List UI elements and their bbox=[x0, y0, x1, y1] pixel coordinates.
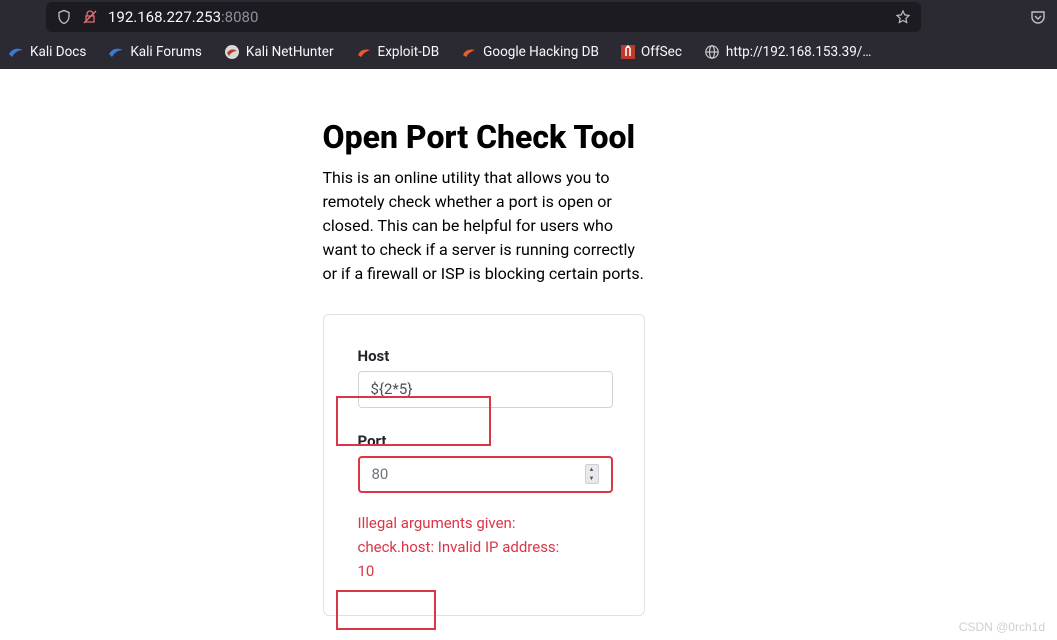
bookmark-nethunter[interactable]: Kali NetHunter bbox=[216, 40, 342, 64]
bookmark-label: Kali Docs bbox=[30, 44, 86, 60]
kali-icon bbox=[108, 44, 124, 60]
offsec-icon bbox=[621, 45, 635, 59]
browser-chrome: 192.168.227.253:8080 Kali Docs Kali Foru… bbox=[0, 0, 1057, 69]
url-port: :8080 bbox=[221, 8, 258, 26]
form-card: Host Port 80 ▲ ▼ Illegal arguments g bbox=[323, 314, 645, 616]
url-host: 192.168.227.253 bbox=[108, 8, 221, 26]
host-input[interactable] bbox=[358, 371, 613, 408]
bookmark-label: OffSec bbox=[641, 44, 682, 60]
error-line: check.host: Invalid IP address: bbox=[358, 535, 610, 559]
globe-icon bbox=[704, 44, 720, 60]
bookmark-offsec[interactable]: OffSec bbox=[613, 40, 690, 64]
page-content: Open Port Check Tool This is an online u… bbox=[0, 69, 1057, 616]
port-input[interactable]: 80 ▲ ▼ bbox=[358, 456, 613, 493]
error-line: 10 bbox=[358, 559, 610, 583]
bookmark-label: http://192.168.153.39/… bbox=[726, 44, 872, 60]
shield-icon bbox=[56, 9, 72, 25]
page-title: Open Port Check Tool bbox=[323, 119, 645, 156]
url-text[interactable]: 192.168.227.253:8080 bbox=[108, 8, 885, 26]
bookmark-star-icon[interactable] bbox=[895, 9, 911, 25]
url-bar[interactable]: 192.168.227.253:8080 bbox=[46, 2, 921, 32]
exploit-icon bbox=[461, 44, 477, 60]
bookmark-http-link[interactable]: http://192.168.153.39/… bbox=[696, 40, 880, 64]
error-message: Illegal arguments given: check.host: Inv… bbox=[358, 511, 610, 583]
bookmarks-bar: Kali Docs Kali Forums Kali NetHunter Exp… bbox=[0, 34, 1057, 69]
kali-icon bbox=[8, 44, 24, 60]
bookmark-exploit-db[interactable]: Exploit-DB bbox=[348, 40, 448, 64]
pocket-icon[interactable] bbox=[1029, 8, 1047, 26]
exploit-icon bbox=[356, 44, 372, 60]
host-label: Host bbox=[358, 347, 610, 365]
error-line: Illegal arguments given: bbox=[358, 511, 610, 535]
insecure-lock-icon bbox=[82, 9, 98, 25]
bookmark-ghdb[interactable]: Google Hacking DB bbox=[453, 40, 607, 64]
port-label: Port bbox=[358, 432, 610, 450]
page-description: This is an online utility that allows yo… bbox=[323, 166, 645, 286]
chevron-down-icon: ▼ bbox=[589, 475, 595, 482]
number-stepper[interactable]: ▲ ▼ bbox=[585, 464, 599, 484]
chevron-up-icon: ▲ bbox=[589, 466, 595, 473]
watermark: CSDN @0rch1d bbox=[959, 620, 1045, 634]
bookmark-kali-forums[interactable]: Kali Forums bbox=[100, 40, 210, 64]
bookmark-label: Kali Forums bbox=[130, 44, 202, 60]
bookmark-label: Google Hacking DB bbox=[483, 44, 599, 60]
port-value: 80 bbox=[372, 465, 389, 483]
nethunter-icon bbox=[224, 44, 240, 60]
bookmark-label: Exploit-DB bbox=[378, 44, 440, 60]
bookmark-label: Kali NetHunter bbox=[246, 44, 334, 60]
bookmark-kali-docs[interactable]: Kali Docs bbox=[0, 40, 94, 64]
